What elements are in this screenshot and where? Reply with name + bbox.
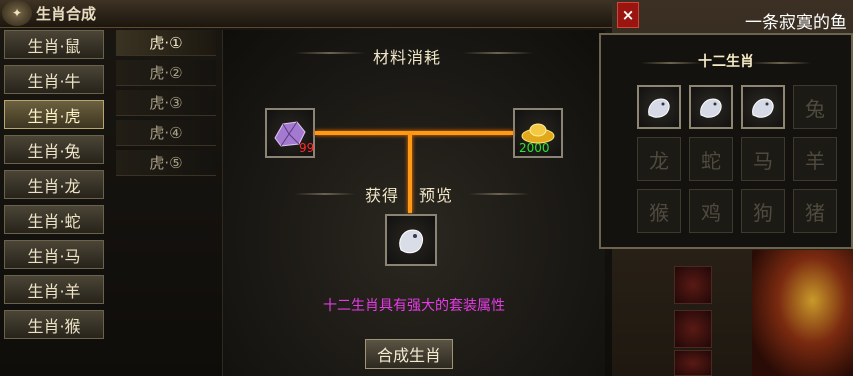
connector-line — [315, 131, 513, 135]
zodiac-cell-label: 马 — [753, 148, 773, 173]
material-count: 99 — [299, 141, 315, 155]
zodiac-cell[interactable]: 龙 — [637, 137, 681, 181]
white-tiger-figure-icon — [399, 229, 424, 254]
zodiac-cell-label: 鸡 — [701, 200, 721, 225]
tier-tab-item[interactable]: 虎·③ — [116, 90, 216, 116]
skill-slot[interactable] — [674, 310, 712, 348]
window-title: 生肖合成 — [36, 5, 97, 23]
zodiac-cell[interactable] — [741, 85, 785, 129]
zodiac-synthesis-window: ✦ 生肖合成 生肖·鼠 生肖·牛 生肖·虎 生肖·兔 生肖·龙 生肖·蛇 生肖·马 生肖·羊生… — [0, 0, 612, 376]
zodiac-cell[interactable]: 羊 — [793, 137, 837, 181]
material-slot-gold[interactable]: 2000 — [513, 108, 563, 158]
skill-slot[interactable] — [674, 266, 712, 304]
zodiac-tab-item[interactable]: 生肖·鼠 — [4, 30, 104, 59]
zodiac-tab-item[interactable]: 生肖·羊 — [4, 275, 104, 304]
zodiac-tab-item[interactable]: 生肖·蛇 — [4, 205, 104, 234]
zodiac-tab-item[interactable]: 生肖·虎 — [4, 100, 104, 129]
divider — [295, 193, 355, 195]
player-name: 一条寂寞的鱼 — [745, 13, 847, 33]
tier-tab-item[interactable]: 虎·④ — [116, 120, 216, 146]
zodiac-cell-label: 猴 — [649, 200, 669, 225]
character-figure — [752, 250, 853, 376]
zodiac-cell[interactable]: 猪 — [793, 189, 837, 233]
skill-slot[interactable] — [674, 350, 712, 376]
zodiac-cell[interactable]: 蛇 — [689, 137, 733, 181]
zodiac-cell-label: 猪 — [805, 200, 825, 225]
tiger-figure-icon — [752, 98, 774, 118]
zodiac-cell[interactable]: 兔 — [793, 85, 837, 129]
connector-line — [408, 135, 412, 213]
zodiac-cell[interactable] — [637, 85, 681, 129]
result-header-get: 获得 — [365, 186, 400, 205]
material-slot-ore[interactable]: 99 — [265, 108, 315, 158]
tier-list: 虎·① 虎·② 虎·③ 虎·④ 虎·⑤ — [116, 30, 220, 180]
zodiac-cell-label: 蛇 — [701, 148, 721, 173]
divider — [463, 52, 533, 54]
zodiac-emblem-icon: ✦ — [2, 0, 32, 26]
zodiac-cell[interactable] — [689, 85, 733, 129]
synthesis-panel: 材料消耗 99 2000 获得 预览 十二生肖具有强大的套装属性 合成生肖 — [222, 30, 605, 376]
zodiac-cell[interactable]: 猴 — [637, 189, 681, 233]
zodiac-tab-item[interactable]: 生肖·马 — [4, 240, 104, 269]
tier-tab-item[interactable]: 虎·② — [116, 60, 216, 86]
zodiac-tab-item[interactable]: 生肖·猴 — [4, 310, 104, 339]
result-header-preview: 预览 — [419, 186, 454, 205]
ox-figure-icon — [700, 98, 722, 118]
result-slot[interactable] — [385, 214, 437, 266]
close-button[interactable]: × — [617, 2, 639, 28]
material-count: 2000 — [519, 141, 550, 155]
tier-tab-item[interactable]: 虎·⑤ — [116, 150, 216, 176]
zodiac-cell[interactable]: 鸡 — [689, 189, 733, 233]
zodiac-tab-item[interactable]: 生肖·龙 — [4, 170, 104, 199]
rat-figure-icon — [648, 98, 670, 118]
zodiac-cell-label: 狗 — [753, 200, 773, 225]
materials-header: 材料消耗 — [373, 48, 442, 67]
zodiac-cell-label: 兔 — [805, 96, 825, 121]
tier-tab-item[interactable]: 虎·① — [116, 30, 216, 56]
zodiac-grid: 兔龙 蛇 马 羊猴 鸡 狗 猪 — [601, 35, 851, 247]
compose-zodiac-button[interactable]: 合成生肖 — [365, 339, 453, 369]
zodiac-collection-panel: 十二生肖 兔龙蛇马羊猴鸡狗猪 — [599, 33, 853, 249]
zodiac-cell-label: 龙 — [649, 148, 669, 173]
zodiac-list: 生肖·鼠生肖·牛生肖·虎生肖·兔生肖·龙生肖·蛇生肖·马生肖·羊生肖·猴 — [0, 30, 112, 345]
zodiac-cell[interactable]: 马 — [741, 137, 785, 181]
divider — [295, 52, 365, 54]
set-bonus-description: 十二生肖具有强大的套装属性 — [323, 298, 505, 314]
zodiac-cell-label: 羊 — [805, 148, 825, 173]
divider — [469, 193, 529, 195]
zodiac-tab-item[interactable]: 生肖·牛 — [4, 65, 104, 94]
zodiac-cell[interactable]: 狗 — [741, 189, 785, 233]
zodiac-tab-item[interactable]: 生肖·兔 — [4, 135, 104, 164]
